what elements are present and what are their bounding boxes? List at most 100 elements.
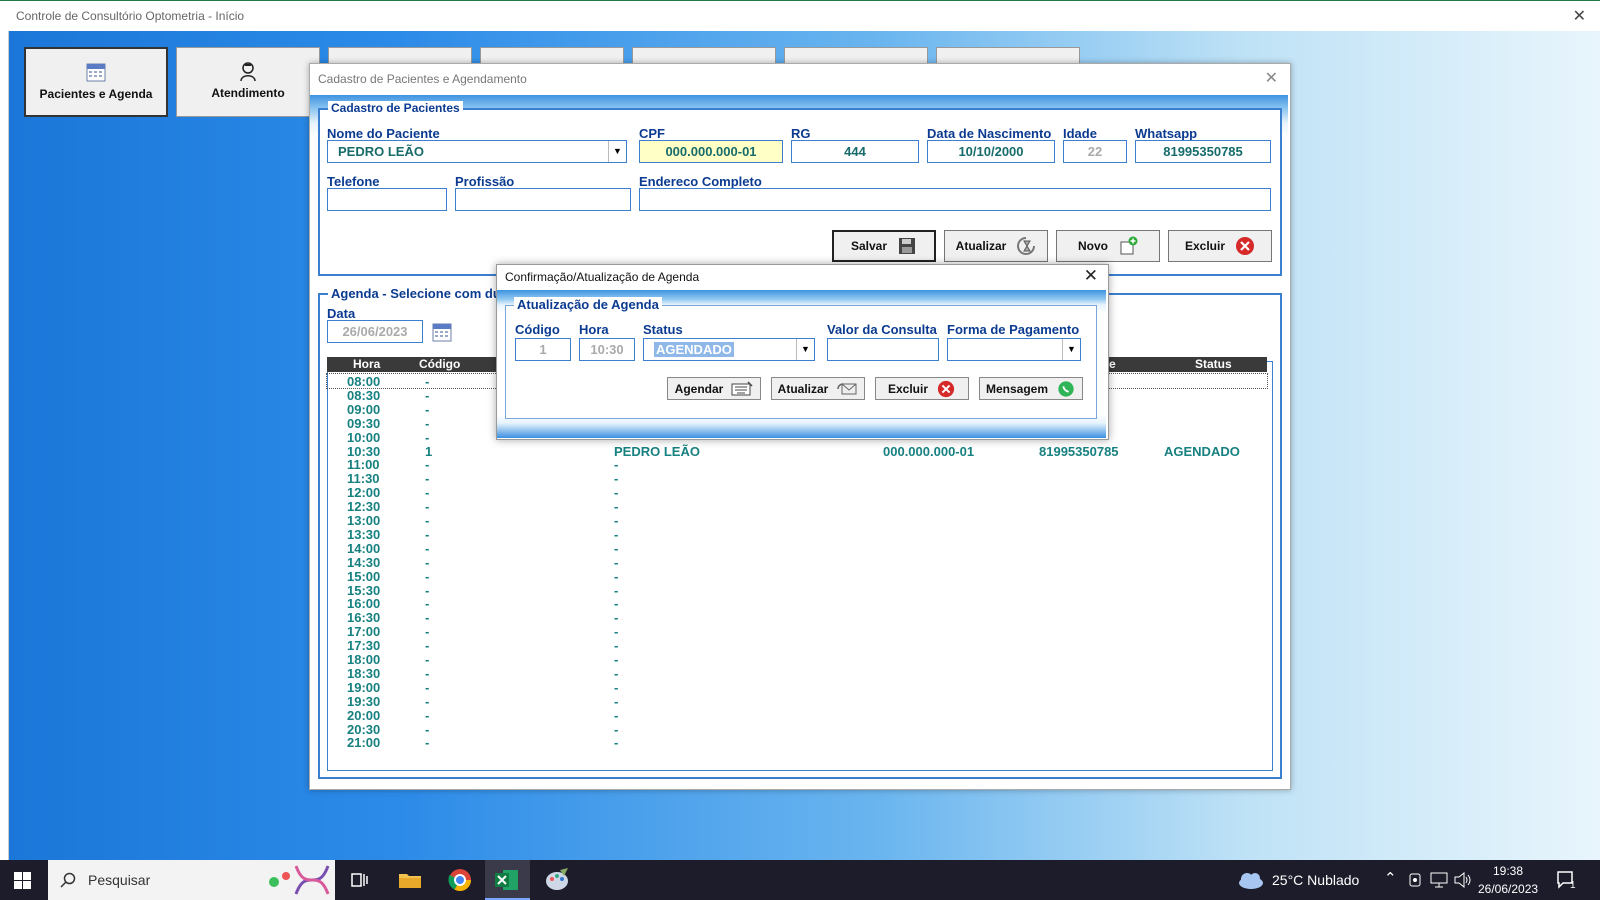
taskbar-search-box[interactable]: Pesquisar <box>48 860 335 900</box>
agenda-cell-hora: 17:30 <box>347 638 381 654</box>
agenda-row[interactable]: 14:00 - - <box>327 540 1267 556</box>
nome-combobox[interactable]: PEDRO LEÃO ▼ <box>327 140 627 163</box>
excluir-agenda-label: Excluir <box>887 381 929 396</box>
whatsapp-input[interactable]: 81995350785 <box>1135 140 1271 163</box>
task-view-icon[interactable] <box>351 871 369 889</box>
clock-date[interactable]: 26/06/2023 <box>1478 882 1538 896</box>
nome-dropdown-icon[interactable]: ▼ <box>608 141 626 162</box>
agenda-cell-nome: - <box>614 735 619 751</box>
floppy-disk-icon <box>899 238 916 254</box>
agenda-cell-hora: 16:30 <box>347 610 381 626</box>
agenda-cell-nome: - <box>614 707 619 723</box>
cpf-input[interactable]: 000.000.000-01 <box>639 140 783 163</box>
profissao-input[interactable] <box>455 188 631 211</box>
cadastro-dialog-title: Cadastro de Pacientes e Agendamento <box>318 72 527 86</box>
agenda-cell-hora: 18:00 <box>347 652 381 667</box>
telefone-input[interactable] <box>327 188 447 211</box>
data-input[interactable]: 26/06/2023 <box>327 320 423 343</box>
pacientes-agenda-button[interactable]: Pacientes e Agenda <box>24 47 168 117</box>
agenda-row[interactable]: 14:30 - - <box>327 554 1267 570</box>
agenda-row[interactable]: 15:30 - - <box>327 582 1267 598</box>
excel-taskbar-button[interactable] <box>485 860 530 900</box>
pacientes-agenda-label: Pacientes e Agenda <box>39 87 153 101</box>
agenda-cell-codigo: - <box>425 415 430 431</box>
cadastro-dialog-close-icon[interactable]: ✕ <box>1265 68 1278 88</box>
agenda-row[interactable]: 16:30 - - <box>327 610 1267 626</box>
clock-time[interactable]: 19:38 <box>1493 864 1523 878</box>
agenda-cell-codigo: - <box>425 610 430 626</box>
agenda-row[interactable]: 11:00 - - <box>327 457 1267 473</box>
endereco-input[interactable] <box>639 188 1271 211</box>
atendimento-button[interactable]: Atendimento <box>176 47 320 117</box>
status-combobox[interactable]: AGENDADO ▼ <box>643 338 815 361</box>
search-icon <box>60 872 76 888</box>
agenda-row[interactable]: 15:00 - - <box>327 568 1267 584</box>
agenda-row[interactable]: 19:00 - - <box>327 680 1267 695</box>
agenda-row[interactable]: 10:30 1 PEDRO LEÃO 000.000.000-01 8199535078… <box>327 444 1267 459</box>
meet-now-icon[interactable] <box>1408 872 1422 888</box>
agenda-row[interactable]: 18:00 - - <box>327 652 1267 667</box>
mensagem-button[interactable]: Mensagem <box>979 377 1083 400</box>
rg-label: RG <box>791 126 811 141</box>
paint-icon[interactable] <box>544 868 570 892</box>
agenda-cell-codigo: - <box>425 638 430 654</box>
agenda-row[interactable]: 12:30 - - <box>327 499 1267 514</box>
atendimento-label: Atendimento <box>211 86 285 100</box>
agenda-cell-nome: - <box>614 540 619 556</box>
calendar-picker-icon[interactable] <box>431 321 453 343</box>
novo-button[interactable]: Novo <box>1056 230 1160 262</box>
search-placeholder: Pesquisar <box>88 872 151 888</box>
agenda-cell-hora: 13:30 <box>347 526 381 542</box>
agenda-row[interactable]: 16:00 - - <box>327 596 1267 611</box>
agenda-row[interactable]: 11:30 - - <box>327 471 1267 486</box>
file-explorer-icon[interactable] <box>398 870 422 890</box>
windows-start-icon[interactable] <box>14 872 31 889</box>
agenda-cell-nome: - <box>614 457 619 473</box>
agenda-row[interactable]: 20:30 - - <box>327 721 1267 737</box>
pagamento-dropdown-icon[interactable]: ▼ <box>1062 339 1080 360</box>
agenda-row[interactable]: 19:30 - - <box>327 693 1267 709</box>
agenda-cell-codigo: - <box>425 721 430 737</box>
volume-icon[interactable] <box>1454 872 1472 888</box>
rg-input[interactable]: 444 <box>791 140 919 163</box>
agenda-cell-nome: - <box>614 693 619 709</box>
salvar-button[interactable]: Salvar <box>832 230 936 262</box>
nascimento-input[interactable]: 10/10/2000 <box>927 140 1055 163</box>
agenda-cell-hora: 12:00 <box>347 485 381 501</box>
weather-text[interactable]: 25°C Nublado <box>1272 872 1359 888</box>
agenda-cell-hora: 15:00 <box>347 568 381 584</box>
excluir-agenda-button[interactable]: Excluir <box>875 377 969 400</box>
agenda-row[interactable]: 13:30 - - <box>327 526 1267 542</box>
idade-input[interactable]: 22 <box>1063 140 1127 163</box>
agenda-row[interactable]: 20:00 - - <box>327 707 1267 723</box>
codigo-input[interactable]: 1 <box>515 338 571 361</box>
pagamento-combobox[interactable]: ▼ <box>947 338 1081 361</box>
agendar-button[interactable]: Agendar <box>667 377 761 400</box>
agenda-row[interactable]: 17:00 - - <box>327 624 1267 639</box>
valor-label: Valor da Consulta <box>827 322 937 337</box>
app-close-button[interactable]: ✕ <box>1573 6 1586 26</box>
status-dropdown-icon[interactable]: ▼ <box>796 339 814 360</box>
network-icon[interactable] <box>1430 872 1448 888</box>
atualizar-agenda-button[interactable]: Atualizar <box>771 377 865 400</box>
agenda-row[interactable]: 18:30 - - <box>327 666 1267 681</box>
agenda-update-dialog-title: Confirmação/Atualização de Agenda <box>505 270 700 284</box>
agenda-cell-codigo: - <box>425 582 430 598</box>
agenda-row[interactable]: 12:00 - - <box>327 485 1267 501</box>
agenda-row[interactable]: 17:30 - - <box>327 638 1267 654</box>
excluir-button[interactable]: Excluir <box>1168 230 1272 262</box>
valor-input[interactable] <box>827 338 939 361</box>
agenda-cell-codigo: - <box>425 735 430 751</box>
chevron-up-icon[interactable]: ⌃ <box>1384 869 1397 887</box>
chrome-icon[interactable] <box>448 868 472 892</box>
agenda-row[interactable]: 13:00 - - <box>327 513 1267 528</box>
codigo-label: Código <box>515 322 560 337</box>
telefone-label: Telefone <box>327 174 380 189</box>
hora-input[interactable]: 10:30 <box>579 338 635 361</box>
search-highlight-dna-icon <box>269 865 330 895</box>
atualizar-button[interactable]: Atualizar <box>944 230 1048 262</box>
agenda-row[interactable]: 21:00 - - <box>327 735 1267 751</box>
agenda-cell-codigo: - <box>425 554 430 570</box>
agenda-update-close-icon[interactable]: ✕ <box>1084 266 1098 286</box>
calendar-icon <box>86 63 106 82</box>
